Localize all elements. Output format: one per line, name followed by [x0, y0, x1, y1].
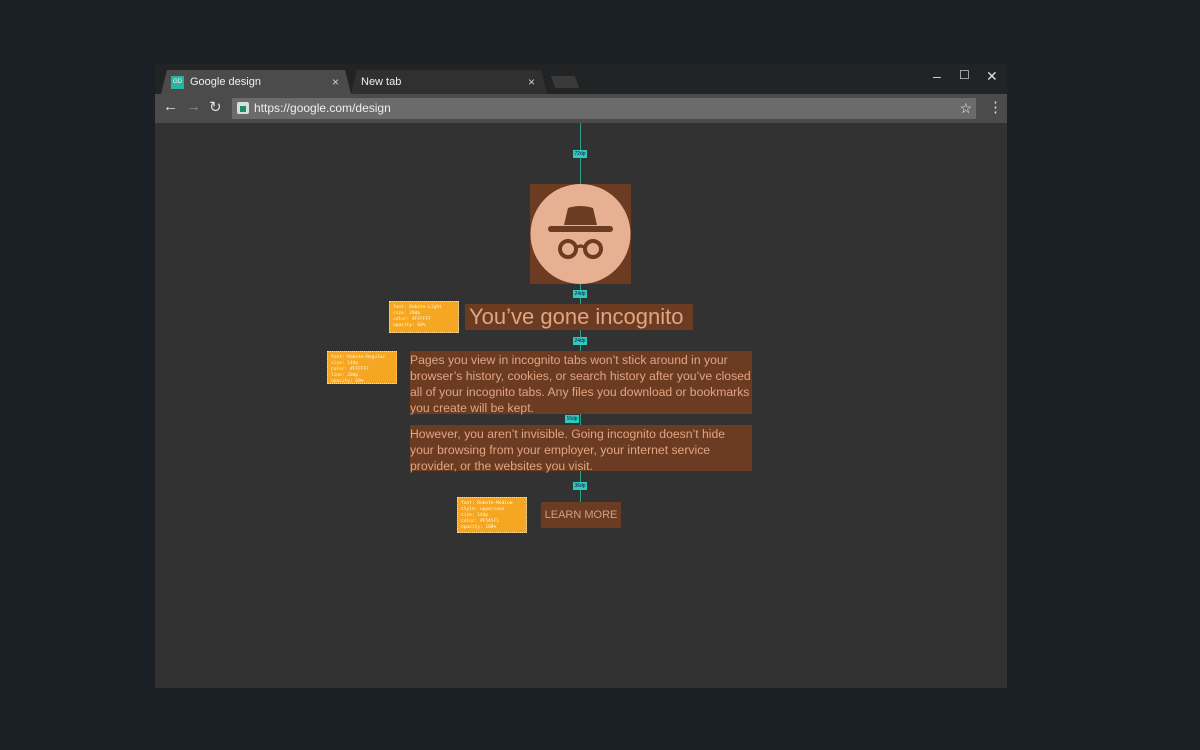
- url-text: https://google.com/design: [254, 101, 391, 115]
- body-spec-annotation: font: Roboto-Regular size: 14dp color: #FF…: [327, 351, 397, 384]
- close-window-icon[interactable]: ✕: [986, 68, 998, 85]
- spacing-tag: 24dp: [573, 290, 587, 298]
- spacing-tag: 16dp: [565, 415, 579, 423]
- incognito-icon-box: [530, 184, 631, 284]
- spacing-line: [580, 413, 581, 425]
- reload-icon[interactable]: ↻: [209, 98, 222, 116]
- close-tab-icon[interactable]: ×: [332, 70, 339, 94]
- tab-label: New tab: [361, 76, 402, 88]
- learn-more-button[interactable]: LEARN MORE: [541, 502, 621, 528]
- paragraph-2: However, you aren’t invisible. Going inc…: [410, 425, 752, 473]
- spec-line: opacity: 100%: [461, 525, 497, 530]
- button-spec-annotation: font: Roboto-Medium style: uppercase size:…: [457, 497, 527, 533]
- tab-label: Google design: [190, 76, 261, 88]
- back-icon[interactable]: ←: [163, 98, 178, 115]
- tab-google-design[interactable]: GD Google design ×: [161, 70, 351, 94]
- page-title: You’ve gone incognito: [465, 304, 693, 330]
- close-tab-icon[interactable]: ×: [528, 70, 535, 94]
- favicon: GD: [171, 76, 184, 89]
- tab-new-tab[interactable]: New tab ×: [351, 70, 547, 94]
- title-spec-annotation: font: Roboto-Light size: 28dp color: #FFFF…: [389, 301, 459, 333]
- new-tab-button[interactable]: [550, 76, 580, 88]
- spec-line: opacity: 60%: [331, 379, 364, 384]
- forward-icon[interactable]: →: [186, 98, 201, 115]
- incognito-icon: [530, 184, 631, 284]
- paragraph-1: Pages you view in incognito tabs won’t s…: [410, 351, 752, 415]
- spec-line: opacity: 60%: [393, 323, 426, 328]
- menu-icon[interactable]: ⋮: [988, 98, 1003, 116]
- spacing-tag: 24dp: [573, 337, 587, 345]
- spacing-tag: 36dp: [573, 482, 587, 490]
- spacing-tag: 72dp: [573, 150, 587, 158]
- minimize-icon[interactable]: –: [933, 68, 941, 84]
- toolbar: ← → ↻ https://google.com/design ☆ ⋮: [155, 94, 1007, 123]
- maximize-icon[interactable]: ☐: [959, 68, 970, 82]
- tab-strip: GD Google design × New tab × – ☐ ✕: [155, 64, 1007, 94]
- address-bar[interactable]: https://google.com/design ☆: [232, 98, 976, 119]
- star-icon[interactable]: ☆: [959, 98, 972, 119]
- lock-icon: [237, 102, 249, 114]
